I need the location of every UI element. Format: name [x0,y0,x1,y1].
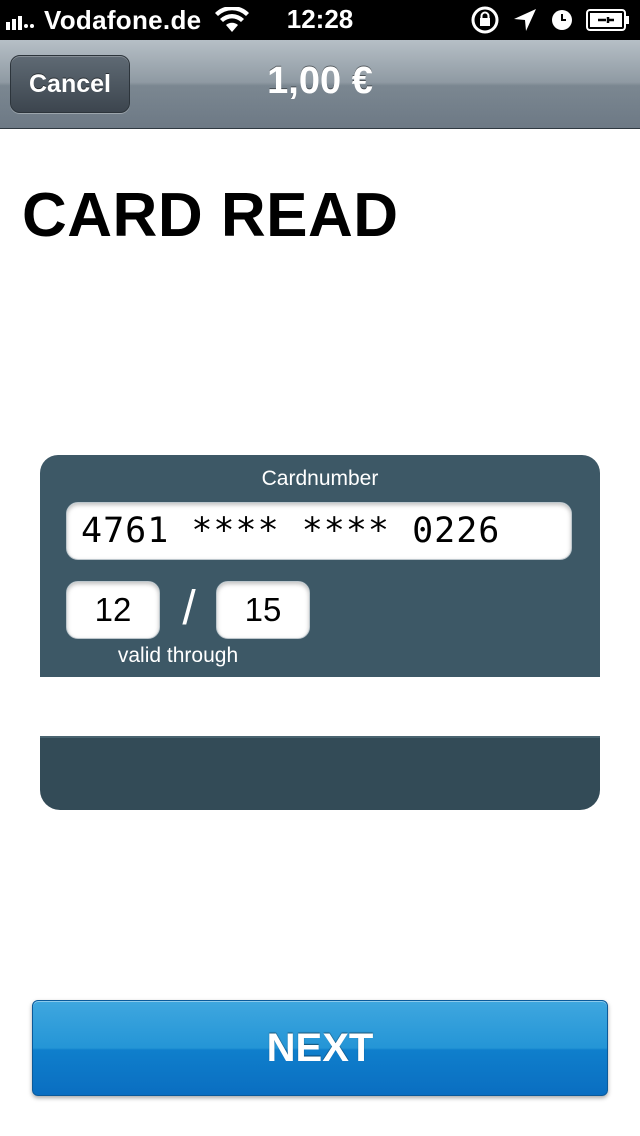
cardnumber-field[interactable]: 4761 **** **** 0226 [66,502,572,560]
location-arrow-icon [514,9,536,31]
expiry-separator: / [182,582,196,635]
status-right [470,4,630,36]
status-bar: Vodafone.de 12:28 [0,0,640,40]
expiry-year-field[interactable]: 15 [216,581,310,639]
rotation-lock-icon [471,6,499,34]
alarm-clock-icon [552,10,572,30]
page-heading: CARD READ [22,181,399,250]
card-panel: Cardnumber 4761 **** **** 0226 12 / 15 v… [40,455,600,677]
expiry-month-field[interactable]: 12 [66,581,160,639]
navigation-bar: Cancel 1,00 € [0,40,640,129]
next-button[interactable]: NEXT [32,1000,608,1096]
amount-title: 1,00 € [267,60,373,102]
battery-charging-icon [586,9,629,31]
cardnumber-label: Cardnumber [261,467,379,490]
card-bottom-panel [40,736,600,810]
valid-through-label: valid through [117,644,239,667]
